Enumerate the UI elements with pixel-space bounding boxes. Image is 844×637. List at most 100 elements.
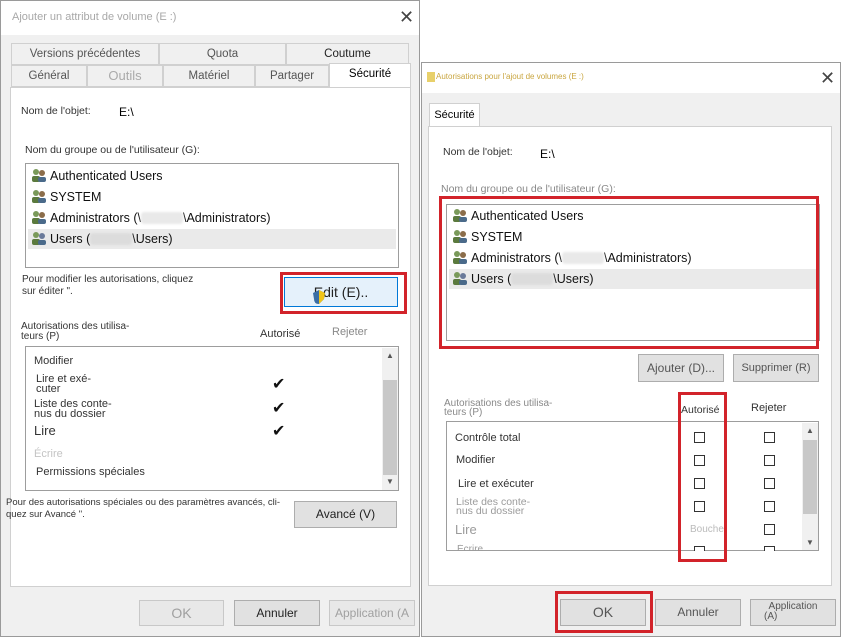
tab-label: Matériel — [188, 70, 230, 82]
right-titlebar: Autorisations pour l'ajout de volumes (E… — [422, 63, 840, 93]
tab-securite[interactable]: Sécurité — [329, 63, 411, 88]
tab-partager[interactable]: Partager — [255, 65, 329, 87]
tab-label: Outils — [108, 68, 142, 83]
tab-versions-precedentes[interactable]: Versions précédentes — [11, 43, 159, 65]
redacted-area — [90, 233, 133, 245]
permissions-list: Modifier Lire et exé- cuter ✔ Liste des … — [25, 346, 399, 491]
column-allow-header: Autorisé — [260, 328, 301, 340]
scroll-up-icon[interactable]: ▲ — [806, 426, 814, 435]
scroll-thumb[interactable] — [803, 440, 817, 514]
user-name: Administrators (\ — [50, 211, 141, 225]
left-titlebar: Ajouter un attribut de volume (E :) ✕ — [1, 1, 419, 35]
list-item[interactable]: SYSTEM — [28, 187, 396, 207]
user-name: SYSTEM — [50, 190, 102, 204]
user-name-suffix: \Administrators) — [183, 211, 271, 225]
cancel-button-label: Annuler — [677, 605, 719, 619]
object-name-label: Nom de l'objet: — [443, 146, 513, 158]
object-name-value: E:\ — [540, 147, 555, 161]
tab-label: Sécurité — [434, 109, 475, 121]
permission-item: Écrire — [457, 544, 484, 551]
permission-item: Lire — [34, 423, 56, 438]
apply-button-label: Application (A — [334, 606, 410, 620]
apply-button[interactable]: Application (A) — [750, 599, 836, 626]
permissions-dialog: Autorisations pour l'ajout de volumes (E… — [421, 62, 841, 637]
advanced-note-line1: Pour des autorisations spéciales ou des … — [6, 497, 281, 508]
deny-checkbox[interactable] — [764, 501, 775, 512]
users-list-highlight — [439, 196, 819, 349]
cancel-button[interactable]: Annuler — [655, 599, 741, 626]
modify-note-line2: sur éditer ". — [22, 286, 73, 297]
tab-quota[interactable]: Quota — [159, 43, 286, 65]
scroll-down-icon[interactable]: ▼ — [386, 477, 394, 486]
permission-item: Contrôle total — [455, 432, 521, 444]
users-icon — [31, 210, 47, 224]
ok-button-label: OK — [171, 605, 192, 621]
tab-securite[interactable]: Sécurité — [429, 103, 480, 127]
cancel-button[interactable]: Annuler — [234, 600, 320, 626]
allow-column-highlight — [678, 392, 727, 562]
column-deny-header: Rejeter — [332, 326, 368, 338]
group-user-label: Nom du groupe ou de l'utilisateur (G): — [441, 183, 616, 195]
deny-checkbox[interactable] — [764, 455, 775, 466]
user-name-suffix: \Users) — [132, 232, 173, 246]
user-name: Users ( — [50, 232, 91, 246]
permission-item: Lire et exécuter — [458, 478, 534, 490]
user-name: Authenticated Users — [50, 169, 163, 183]
permissions-scrollbar[interactable]: ▲ ▼ — [382, 348, 398, 490]
users-icon — [31, 231, 47, 245]
list-item[interactable]: Administrators (\ \Administrators) — [28, 208, 396, 228]
deny-checkbox[interactable] — [764, 524, 775, 535]
ok-button[interactable]: OK — [139, 600, 224, 626]
permission-item: Modifier — [456, 454, 496, 466]
list-item[interactable]: Users ( \Users) — [28, 229, 396, 249]
remove-button[interactable]: Supprimer (R) — [733, 354, 819, 382]
right-dialog-title: Autorisations pour l'ajout de volumes (E… — [436, 72, 584, 81]
list-item[interactable]: Authenticated Users — [28, 166, 396, 186]
tab-outils[interactable]: Outils — [87, 65, 163, 87]
close-icon[interactable]: ✕ — [820, 69, 835, 87]
tab-label: Général — [28, 70, 70, 82]
tab-label: Quota — [206, 48, 239, 60]
users-icon — [31, 168, 47, 182]
check-icon: ✔ — [272, 423, 286, 440]
tab-general[interactable]: Général — [11, 65, 87, 87]
permission-item-cont: cuter — [36, 383, 61, 395]
app-icon — [427, 72, 435, 82]
remove-button-label: Supprimer (R) — [741, 362, 811, 374]
left-dialog-title: Ajouter un attribut de volume (E :) — [12, 11, 177, 23]
add-button-label: Ajouter (D)... — [646, 361, 715, 375]
tab-label: Sécurité — [348, 68, 392, 80]
object-name-label: Nom de l'objet: — [21, 105, 91, 117]
advanced-button[interactable]: Avancé (V) — [294, 501, 397, 528]
redacted-area — [141, 212, 183, 224]
edit-highlight — [280, 272, 407, 314]
close-icon[interactable]: ✕ — [399, 8, 414, 26]
tab-coutume[interactable]: Coutume — [286, 43, 409, 65]
permission-item: Lire — [455, 522, 477, 537]
tab-materiel[interactable]: Matériel — [163, 65, 255, 87]
permission-item-cont: nus du dossier — [456, 505, 525, 517]
object-name-value: E:\ — [119, 105, 134, 119]
permission-item: Permissions spéciales — [36, 466, 145, 478]
apply-button-label-cont: (A) — [764, 611, 778, 622]
permissions-label-line2: teurs (P) — [444, 407, 483, 418]
modify-note-line1: Pour modifier les autorisations, cliquez — [22, 274, 194, 285]
add-button[interactable]: Ajouter (D)... — [638, 354, 724, 382]
advanced-button-label: Avancé (V) — [315, 507, 376, 521]
scroll-down-icon[interactable]: ▼ — [806, 538, 814, 547]
ok-highlight — [555, 591, 653, 633]
group-user-list: Authenticated Users SYSTEM Administrator… — [25, 163, 399, 268]
permission-item-cont: nus du dossier — [34, 408, 106, 420]
permission-item: Modifier — [34, 355, 74, 367]
deny-checkbox[interactable] — [764, 546, 775, 551]
tab-label: Partager — [269, 70, 315, 82]
deny-checkbox[interactable] — [764, 432, 775, 443]
permissions-scrollbar[interactable]: ▲ ▼ — [802, 423, 818, 550]
column-deny-header: Rejeter — [751, 402, 787, 414]
deny-checkbox[interactable] — [764, 478, 775, 489]
apply-button[interactable]: Application (A — [329, 600, 415, 626]
scroll-up-icon[interactable]: ▲ — [386, 351, 394, 360]
properties-dialog: Ajouter un attribut de volume (E :) ✕ Ve… — [0, 0, 420, 637]
scroll-thumb[interactable] — [383, 380, 397, 475]
permissions-label-line2: teurs (P) — [21, 331, 60, 342]
